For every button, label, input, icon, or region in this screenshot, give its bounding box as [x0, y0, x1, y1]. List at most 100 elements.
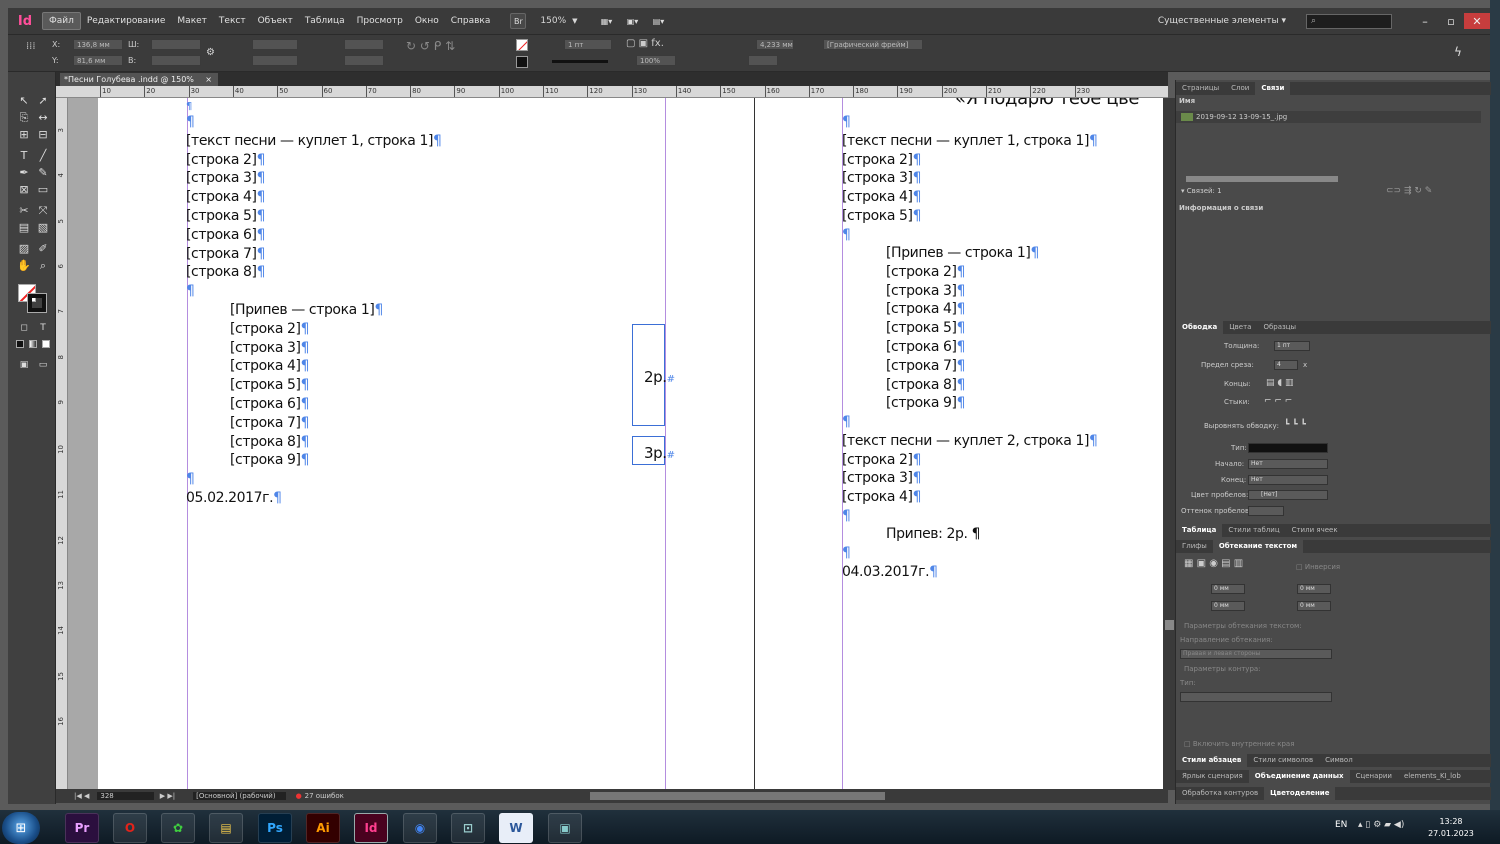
- network-app-icon[interactable]: ⊡: [451, 813, 485, 843]
- menu-edit[interactable]: Редактирование: [81, 13, 172, 29]
- text-line[interactable]: [строка 3]¶: [186, 169, 442, 188]
- tab-paragraph-styles[interactable]: Стили абзацев: [1176, 754, 1248, 767]
- premiere-icon[interactable]: Pr: [65, 813, 99, 843]
- date-block[interactable]: ¶ 05.02.2017г.¶: [186, 470, 282, 508]
- content-collector-icon[interactable]: ⊞: [17, 128, 31, 142]
- selection-tool-icon[interactable]: ↖: [17, 94, 31, 108]
- lightning-icon[interactable]: ϟ: [1454, 45, 1462, 59]
- stroke-weight-field[interactable]: 1 пт: [564, 39, 612, 50]
- rotate-icon[interactable]: ↻ ↺ ᑭ ⇅: [406, 39, 455, 53]
- vertical-scrollbar[interactable]: [1163, 98, 1175, 790]
- gap-tint-field[interactable]: [1248, 506, 1284, 516]
- text-line[interactable]: [строка 7]¶: [886, 357, 1039, 376]
- y-field[interactable]: 81,6 мм: [73, 55, 123, 66]
- dimension-field[interactable]: 4,233 мм: [756, 39, 794, 50]
- note-tool-icon[interactable]: ▨: [17, 242, 31, 256]
- word-icon[interactable]: W: [499, 813, 533, 843]
- text-line[interactable]: [строка 6]¶: [886, 338, 1039, 357]
- page-tool-icon[interactable]: ⎘: [17, 111, 31, 125]
- horizontal-scroll-thumb[interactable]: [590, 792, 885, 800]
- chrome-icon[interactable]: ◉: [403, 813, 437, 843]
- search-input[interactable]: ⌕: [1306, 13, 1392, 29]
- launcher-icon[interactable]: ✿: [161, 813, 195, 843]
- align-stroke-icons[interactable]: ┗ ┗ ┗: [1284, 420, 1306, 430]
- text-line[interactable]: [текст песни — куплет 2, строка 1]¶: [842, 432, 1098, 451]
- effects-icons[interactable]: ▢ ▣ fx.: [626, 38, 664, 49]
- vertical-scroll-thumb[interactable]: [1165, 620, 1174, 630]
- menu-help[interactable]: Справка: [445, 13, 497, 29]
- line-tool-icon[interactable]: ╱: [36, 149, 50, 163]
- text-line[interactable]: [строка 3]¶: [842, 169, 1098, 188]
- menu-file[interactable]: Файл: [42, 12, 81, 30]
- wrap-direction-select[interactable]: Правая и левая стороны: [1180, 649, 1332, 659]
- page-right[interactable]: «Я подарю тебе цве ¶ [текст песни — купле…: [754, 98, 1163, 790]
- text-line[interactable]: ¶: [842, 226, 1098, 245]
- reference-point-icon[interactable]: ⁞⁞⁞: [26, 41, 36, 52]
- start-select[interactable]: Нет: [1248, 459, 1328, 469]
- tab-script-label[interactable]: Ярлык сценария: [1176, 770, 1249, 783]
- miter-field[interactable]: 4: [1274, 360, 1298, 370]
- text-line[interactable]: [строка 2]¶: [230, 320, 383, 339]
- bridge-button[interactable]: Br: [510, 13, 527, 29]
- text-line[interactable]: [строка 5]¶: [186, 207, 442, 226]
- invert-checkbox[interactable]: □ Инверсия: [1296, 563, 1340, 571]
- view-options-icon[interactable]: ▦▾: [594, 13, 620, 29]
- tab-pages[interactable]: Страницы: [1176, 82, 1225, 95]
- tab-text-wrap[interactable]: Обтекание текстом: [1212, 540, 1304, 553]
- join-icons[interactable]: ⌐ ⌐ ⌐: [1264, 396, 1292, 406]
- tab-cell-styles[interactable]: Стили ячеек: [1286, 524, 1344, 537]
- minimize-icon[interactable]: –: [1412, 13, 1438, 29]
- text-line[interactable]: [строка 8]¶: [186, 263, 442, 282]
- text-line[interactable]: [строка 7]¶: [186, 245, 442, 264]
- direct-selection-tool-icon[interactable]: ➚: [36, 94, 50, 108]
- column-field[interactable]: [748, 55, 778, 66]
- x-field[interactable]: 136,8 мм: [73, 39, 123, 50]
- eyedropper-tool-icon[interactable]: ✐: [36, 242, 50, 256]
- start-button[interactable]: ⊞: [2, 812, 40, 844]
- tab-colors[interactable]: Цвета: [1223, 321, 1257, 334]
- text-line[interactable]: [строка 4]¶: [230, 357, 383, 376]
- text-line[interactable]: [строка 5]¶: [230, 376, 383, 395]
- tab-layers[interactable]: Слои: [1225, 82, 1255, 95]
- text-line[interactable]: ¶: [842, 413, 1098, 432]
- tab-table-styles[interactable]: Стили таблиц: [1222, 524, 1285, 537]
- free-transform-tool-icon[interactable]: ⤧: [36, 204, 50, 218]
- maximize-icon[interactable]: ▫: [1438, 13, 1464, 29]
- preflight-profile[interactable]: [Основной] (рабочий): [193, 792, 286, 800]
- text-line[interactable]: [строка 3]¶: [842, 469, 1098, 488]
- tab-glyphs[interactable]: Глифы: [1176, 540, 1213, 553]
- vertical-ruler[interactable]: 3 4 5 6 7 8 9 10 11 12 13 14 15 16: [56, 98, 68, 790]
- scale-y-field[interactable]: [252, 55, 298, 66]
- fill-swatch-none-icon[interactable]: [516, 39, 528, 51]
- text-line[interactable]: [строка 2]¶: [842, 151, 1098, 170]
- text-line[interactable]: [строка 2]¶: [842, 451, 1098, 470]
- end-select[interactable]: Нет: [1248, 475, 1328, 485]
- stroke-swatch-icon[interactable]: [516, 56, 528, 68]
- text-line[interactable]: ¶: [842, 113, 1098, 132]
- wrap-mode-icons[interactable]: ▦ ▣ ◉ ▤ ▥: [1184, 558, 1243, 569]
- opera-icon[interactable]: O: [113, 813, 147, 843]
- illustrator-icon[interactable]: Ai: [306, 813, 340, 843]
- text-line[interactable]: [текст песни — куплет 1, строка 1]¶: [186, 132, 442, 151]
- constrain-link-icon[interactable]: ⚙: [206, 47, 215, 58]
- text-line[interactable]: [Припев — строка 1]¶: [230, 301, 383, 320]
- menu-table[interactable]: Таблица: [299, 13, 351, 29]
- formatting-container-icon[interactable]: ◻: [17, 321, 31, 335]
- text-line[interactable]: [строка 5]¶: [886, 319, 1039, 338]
- text-line[interactable]: [строка 5]¶: [842, 207, 1098, 226]
- tab-separations[interactable]: Цветоделение: [1264, 787, 1336, 800]
- height-field[interactable]: [151, 55, 201, 66]
- gradient-tool-icon[interactable]: ▤: [17, 221, 31, 235]
- horizontal-ruler[interactable]: 10 20 30 40 50 60 70 80 90 100 110 120 130 140 150 160 1…: [56, 86, 1168, 98]
- tab-table[interactable]: Таблица: [1176, 524, 1223, 537]
- rectangle-tool-icon[interactable]: ▭: [36, 183, 50, 197]
- gradient-feather-tool-icon[interactable]: ▧: [36, 221, 50, 235]
- tab-swatches[interactable]: Образцы: [1257, 321, 1302, 334]
- language-indicator[interactable]: EN: [1335, 820, 1347, 830]
- chorus-reference[interactable]: Припев: 2р. ¶: [886, 525, 981, 544]
- text-line[interactable]: ¶: [186, 282, 442, 301]
- text-line[interactable]: [строка 4]¶: [886, 300, 1039, 319]
- shear-field[interactable]: [344, 55, 384, 66]
- menu-window[interactable]: Окно: [409, 13, 445, 29]
- tray-icons[interactable]: ▴ ▯ ⚙ ▰ ◀): [1358, 820, 1404, 830]
